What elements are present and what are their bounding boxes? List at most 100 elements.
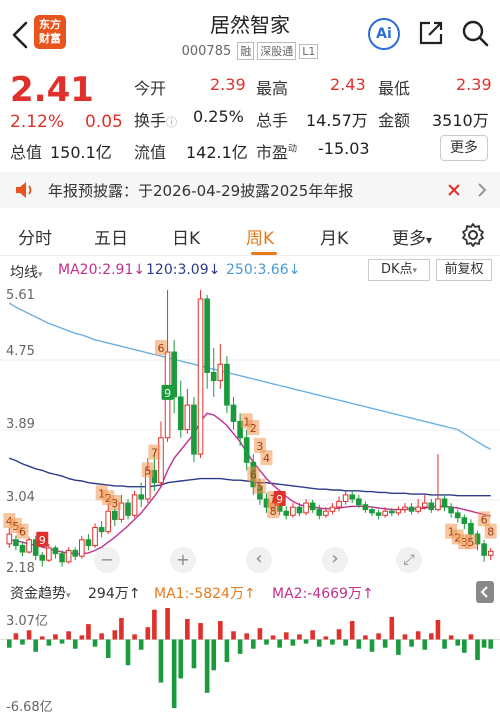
fund-bar [257,628,263,640]
low-label: 最低 [378,79,411,98]
stock-code: 000785 [181,43,232,59]
notice-bar[interactable]: 年报预披露：于2026-04-29披露2025年年报 [0,172,500,208]
fund-bar [283,632,289,640]
fund-bar [204,639,210,693]
candle-body [415,506,421,512]
open-label: 今开 [134,79,167,98]
tab-wuri[interactable]: 五日 [94,224,128,249]
back-button[interactable] [6,18,36,52]
fund-bar [244,633,250,640]
candle-body [356,498,362,506]
fund-selector[interactable]: 资金趋势▾ [10,583,71,603]
fund-bar [323,636,329,640]
fund-bar [481,639,487,648]
zoom-in-button[interactable]: + [170,547,196,573]
turnover-value: 0.25% [193,107,244,126]
speaker-icon [16,182,32,198]
candle-body [210,371,217,382]
chevron-right-icon [478,183,487,197]
candle-body [224,363,230,406]
candle-body [369,509,375,514]
fund-bar [145,627,151,640]
fund-bar [270,635,276,640]
more-button[interactable]: 更多 [440,135,488,161]
fund-bar [218,621,223,640]
period-tabs: 分时 五日 日K 周K 月K 更多▾ [0,216,500,256]
tab-rik[interactable]: 日K [172,224,200,249]
volume-value: 14.57万 [306,111,368,130]
candle-body [217,363,224,382]
candle-body [138,494,144,500]
fund-bar [349,621,355,640]
ma-selector[interactable]: 均线▾ [10,262,43,282]
candle-body [461,517,468,524]
fund-bar [264,639,269,645]
fund-ma1: MA1:-5824万↑ [154,586,256,602]
fund-bar [158,639,164,683]
ma20-value: MA20:2.91↓ [58,262,146,278]
zoom-out-button[interactable]: − [94,547,120,573]
fund-bar [442,639,447,649]
fund-bar [237,639,243,654]
share-button[interactable] [416,18,446,48]
fund-bar [277,639,282,648]
tab-more[interactable]: 更多▾ [392,224,432,249]
fund-bar [382,639,388,648]
fund-flow-chart[interactable] [0,604,500,712]
ma120-value: 120:3.09↓ [146,262,221,278]
candle-body [131,494,138,516]
tab-fenshi[interactable]: 分时 [18,224,52,249]
fund-value: 294万↑ [88,586,141,602]
tag-sgt: 深股通 [257,42,297,60]
fund-bar [92,639,98,647]
share-icon [419,21,443,45]
fund-bar [297,634,302,640]
gear-icon[interactable] [460,222,486,248]
dk-marker-label: 9 [39,534,46,547]
fund-collapse-button[interactable] [476,581,494,603]
fund-bar [448,635,454,640]
candle-body [468,522,474,535]
candle-body [342,494,349,502]
candle-body [6,533,13,545]
scroll-left-button[interactable]: ‹ [246,547,272,573]
pe-sup: 动 [288,144,298,155]
close-icon[interactable] [446,182,462,198]
candle-body [283,510,290,516]
info-icon: ⓘ [166,116,178,129]
candle-body [309,502,316,511]
change-pct: 2.12% [10,112,65,132]
fund-bar [356,639,362,649]
fund-bar [33,639,38,652]
fund-bar [330,639,335,645]
ai-label: Ai [376,26,392,42]
tab-yuek[interactable]: 月K [320,224,348,249]
fund-bar [231,631,236,640]
fund-tick-bottom: -6.68亿 [6,700,53,715]
fund-bar [165,608,170,640]
tab-zhouk[interactable]: 周K [246,224,274,249]
kline-chart[interactable]: 4 5 691 2 357691234657 981 2 3 568 [0,284,500,576]
dk-marker-label: 8 [270,505,277,518]
ai-button[interactable]: Ai [368,18,400,50]
dk-marker-label: 6 [19,526,26,539]
candle-body [362,504,369,511]
candle-body [408,506,415,512]
fund-bar [171,639,177,708]
open-value: 2.39 [210,75,246,94]
candle-body [72,549,79,557]
scroll-right-button[interactable]: › [322,547,348,573]
high-value: 2.43 [330,75,366,94]
fq-button[interactable]: 前复权 [436,259,492,281]
change-amt: 0.05 [85,112,123,132]
candle-body [191,404,197,455]
fullscreen-button[interactable]: ⤢ [396,547,422,573]
candle-body [421,502,428,508]
dk-marker-label: 7 [151,446,158,459]
dk-button[interactable]: DK点▾ [368,259,430,281]
low-value: 2.39 [456,75,492,94]
app-logo: 东方 财富 [34,15,66,49]
dk-marker-label: 4 [263,452,270,465]
stock-title: 居然智家 000785 融 深股通 L1 [150,9,350,60]
search-button[interactable] [460,18,490,48]
